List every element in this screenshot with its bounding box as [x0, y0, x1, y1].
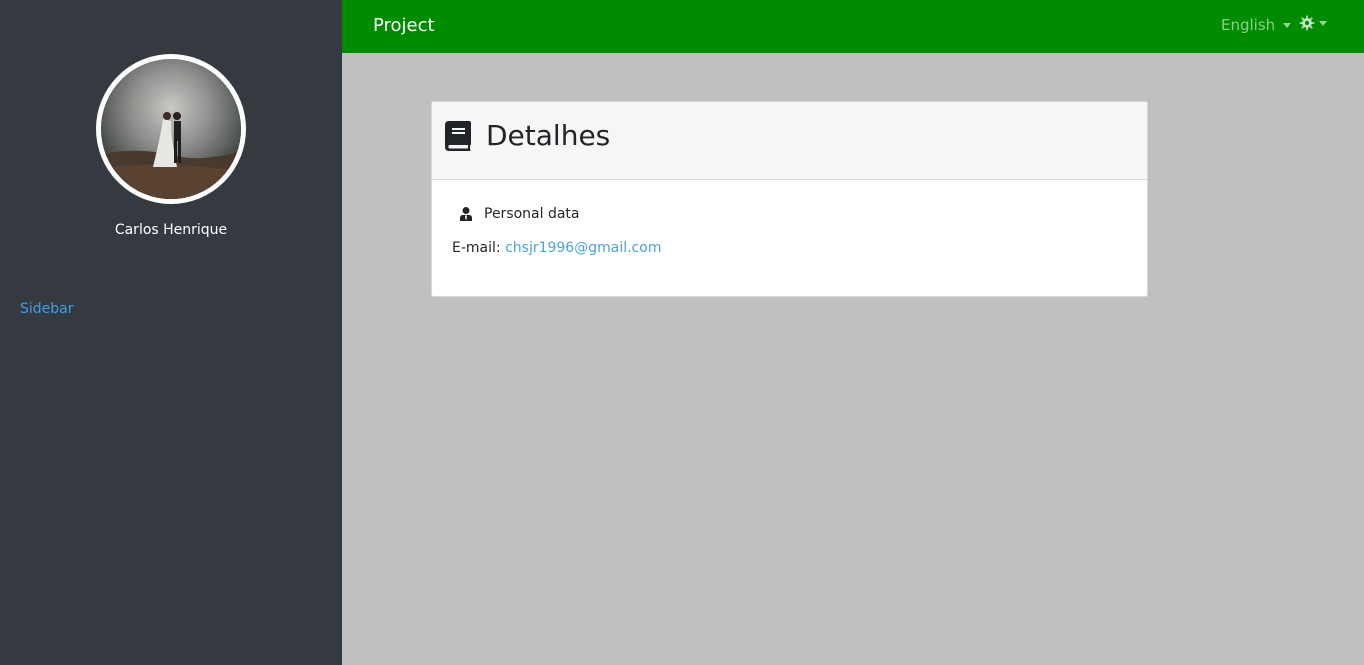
caret-down-icon	[1283, 22, 1292, 28]
email-label: E-mail:	[452, 240, 501, 256]
language-label: English	[1221, 16, 1276, 34]
sidebar: Carlos Henrique Sidebar	[0, 0, 342, 665]
email-row: E-mail: chsjr1996@gmail.com	[452, 240, 661, 256]
sidebar-link[interactable]: Sidebar	[20, 301, 74, 317]
top-navbar: Project English	[342, 0, 1364, 53]
language-dropdown[interactable]: English	[1221, 16, 1292, 34]
avatar	[96, 54, 246, 204]
details-card: Detalhes Personal data E-mail: chsjr1996…	[431, 101, 1148, 297]
card-title: Detalhes	[486, 119, 611, 152]
settings-dropdown[interactable]	[1299, 15, 1327, 31]
card-header: Detalhes	[432, 102, 1147, 180]
gear-icon	[1299, 15, 1315, 31]
book-icon	[445, 121, 471, 151]
personal-data-heading: Personal data	[459, 206, 580, 222]
caret-down-icon	[1319, 20, 1327, 26]
user-name: Carlos Henrique	[114, 222, 228, 238]
brand-link[interactable]: Project	[373, 15, 435, 36]
user-tie-icon	[460, 207, 472, 221]
email-link[interactable]: chsjr1996@gmail.com	[505, 240, 661, 256]
personal-data-label: Personal data	[484, 206, 580, 222]
